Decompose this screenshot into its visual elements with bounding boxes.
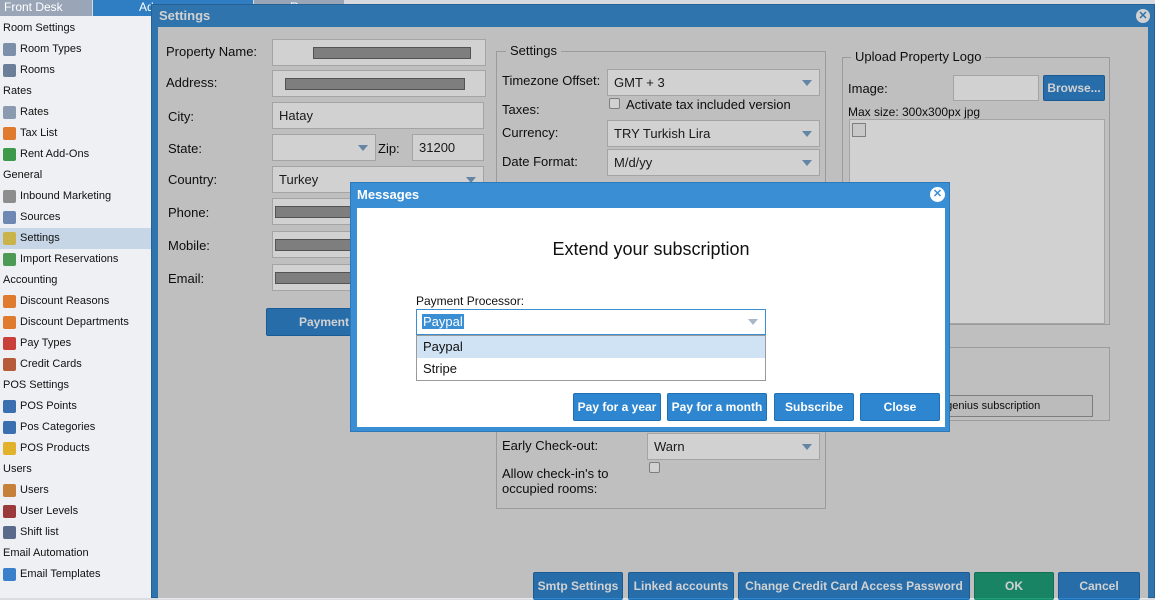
sidebar-label: Email Automation xyxy=(3,547,89,559)
sidebar-group-pos-settings: POS Settings xyxy=(0,375,152,396)
sidebar-group-accounting: Accounting xyxy=(0,270,152,291)
sidebar-label: POS Points xyxy=(20,400,77,412)
sidebar-label: User Levels xyxy=(20,505,79,517)
shift-icon xyxy=(3,526,16,539)
monitor-icon xyxy=(3,400,16,413)
sidebar-label: Email Templates xyxy=(20,568,101,580)
percent-icon xyxy=(3,295,16,308)
sidebar-label: Rent Add-Ons xyxy=(20,148,90,160)
sidebar-label: Users xyxy=(3,463,32,475)
sidebar-item-settings[interactable]: Settings xyxy=(0,228,152,249)
sidebar-item-sources[interactable]: Sources xyxy=(0,207,152,228)
at-icon xyxy=(3,568,16,581)
sidebar-group-email-automation: Email Automation xyxy=(0,543,152,564)
sidebar-item-rooms[interactable]: Rooms xyxy=(0,60,152,81)
sidebar-item-discount-departments[interactable]: Discount Departments xyxy=(0,312,152,333)
pay-types-icon xyxy=(3,337,16,350)
sidebar-label: Pos Categories xyxy=(20,421,96,433)
sidebar-item-room-types[interactable]: Room Types xyxy=(0,39,152,60)
sidebar-label: Rooms xyxy=(20,64,55,76)
rooms-icon xyxy=(3,64,16,77)
subscribe-button[interactable]: Subscribe xyxy=(774,393,854,421)
credit-card-icon xyxy=(3,358,16,371)
sidebar-label: Pay Types xyxy=(20,337,72,349)
sidebar-label: Room Settings xyxy=(3,22,76,34)
chevron-down-icon xyxy=(748,319,758,325)
settings-list-icon xyxy=(3,232,16,245)
messages-dialog-title: Messages xyxy=(357,187,420,202)
messages-dialog: Messages ✕ Extend your subscription Paym… xyxy=(350,182,950,432)
percent-icon xyxy=(3,316,16,329)
sidebar-item-user-levels[interactable]: User Levels xyxy=(0,501,152,522)
close-button[interactable]: Close xyxy=(860,393,940,421)
sidebar-label: General xyxy=(3,169,43,181)
sidebar-label: Credit Cards xyxy=(20,358,82,370)
sidebar-item-rent-add-ons[interactable]: Rent Add-Ons xyxy=(0,144,152,165)
user-levels-icon xyxy=(3,505,16,518)
sidebar-label: Sources xyxy=(20,211,61,223)
sidebar-label: Settings xyxy=(20,232,60,244)
messages-dialog-body: Extend your subscription Payment Process… xyxy=(357,208,945,427)
sidebar-group-users: Users xyxy=(0,459,152,480)
rates-icon xyxy=(3,106,16,119)
sidebar-label: Room Types xyxy=(20,43,82,55)
payment-processor-select[interactable]: Paypal xyxy=(416,309,766,335)
sidebar-item-tax-list[interactable]: Tax List xyxy=(0,123,152,144)
sidebar-label: Rates xyxy=(3,85,32,97)
tab-front-desk[interactable]: Front Desk xyxy=(0,0,92,16)
sidebar-group-room-settings: Room Settings xyxy=(0,18,152,39)
tag-icon xyxy=(3,442,16,455)
sidebar-item-pos-products[interactable]: POS Products xyxy=(0,438,152,459)
sidebar-label: Users xyxy=(20,484,49,496)
users-icon xyxy=(3,484,16,497)
percent-icon xyxy=(3,127,16,140)
sidebar-item-inbound-marketing[interactable]: Inbound Marketing xyxy=(0,186,152,207)
pay-month-button[interactable]: Pay for a month xyxy=(667,393,767,421)
sidebar-label: Tax List xyxy=(20,127,58,139)
monitor-icon xyxy=(3,421,16,434)
payment-processor-dropdown: Paypal Stripe xyxy=(416,335,766,381)
sidebar-item-discount-reasons[interactable]: Discount Reasons xyxy=(0,291,152,312)
messages-close-icon[interactable]: ✕ xyxy=(930,187,945,202)
building-icon xyxy=(3,190,16,203)
sidebar-item-pos-points[interactable]: POS Points xyxy=(0,396,152,417)
sources-icon xyxy=(3,211,16,224)
sidebar-label: Rates xyxy=(20,106,49,118)
dropdown-option-stripe[interactable]: Stripe xyxy=(417,358,765,380)
sidebar: Room Settings Room Types Rooms Rates Rates Ta… xyxy=(0,16,152,598)
sidebar-label: POS Settings xyxy=(3,379,70,391)
sidebar-item-import-reservations[interactable]: Import Reservations xyxy=(0,249,152,270)
pay-year-button[interactable]: Pay for a year xyxy=(573,393,661,421)
room-types-icon xyxy=(3,43,16,56)
sidebar-label: Shift list xyxy=(20,526,59,538)
sidebar-group-rates: Rates xyxy=(0,81,152,102)
sidebar-label: Accounting xyxy=(3,274,58,286)
payment-processor-label: Payment Processor: xyxy=(416,294,525,308)
payment-processor-value: Paypal xyxy=(422,314,464,329)
add-icon xyxy=(3,148,16,161)
sidebar-item-credit-cards[interactable]: Credit Cards xyxy=(0,354,152,375)
sidebar-group-general: General xyxy=(0,165,152,186)
sidebar-label: Discount Reasons xyxy=(20,295,110,307)
sidebar-label: Inbound Marketing xyxy=(20,190,112,202)
sidebar-label: Import Reservations xyxy=(20,253,119,265)
sidebar-item-email-templates[interactable]: Email Templates xyxy=(0,564,152,585)
sidebar-item-users[interactable]: Users xyxy=(0,480,152,501)
sidebar-item-rates[interactable]: Rates xyxy=(0,102,152,123)
sidebar-item-shift-list[interactable]: Shift list xyxy=(0,522,152,543)
dropdown-option-paypal[interactable]: Paypal xyxy=(417,336,765,358)
import-icon xyxy=(3,253,16,266)
sidebar-item-pos-categories[interactable]: Pos Categories xyxy=(0,417,152,438)
dialog-heading: Extend your subscription xyxy=(552,239,750,259)
sidebar-item-pay-types[interactable]: Pay Types xyxy=(0,333,152,354)
sidebar-label: POS Products xyxy=(20,442,90,454)
sidebar-label: Discount Departments xyxy=(20,316,129,328)
